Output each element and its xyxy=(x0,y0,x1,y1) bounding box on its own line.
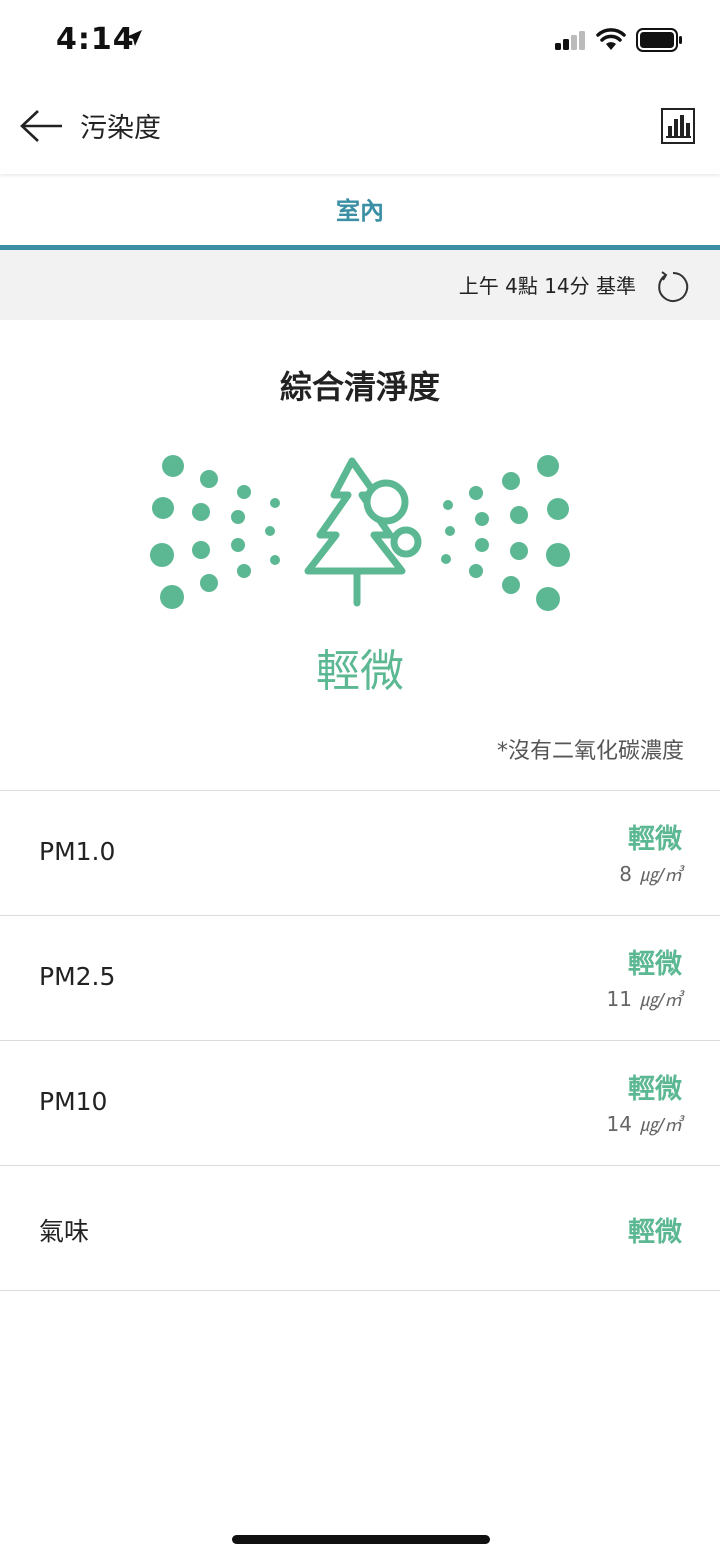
item-label: PM1.0 xyxy=(39,837,116,866)
item-unit: ㎍/㎥ xyxy=(639,990,682,1011)
item-value: 14 ㎍/㎥ xyxy=(606,1111,682,1137)
summary-note: *沒有二氧化碳濃度 xyxy=(496,739,684,764)
tab-indoor[interactable]: 室內 xyxy=(0,175,720,245)
arrow-left-icon[interactable] xyxy=(18,106,68,146)
list-item: PM1.0 輕微 8 ㎍/㎥ xyxy=(0,790,720,915)
list-item: 氣味 輕微 xyxy=(0,1165,720,1291)
item-number: 14 xyxy=(606,1112,632,1136)
reference-time: 上午 4點 14分 基準 xyxy=(458,274,636,298)
item-value: 8 ㎍/㎥ xyxy=(619,861,682,887)
refresh-icon[interactable] xyxy=(656,270,690,304)
wifi-icon xyxy=(596,28,626,50)
item-unit: ㎍/㎥ xyxy=(639,1115,682,1136)
status-bar: 4:14 xyxy=(0,0,720,80)
item-value: 11 ㎍/㎥ xyxy=(606,986,682,1012)
tab-bar: 室內 xyxy=(0,175,720,250)
item-level: 輕微 xyxy=(628,949,682,980)
item-level: 輕微 xyxy=(628,824,682,855)
app-bar: 污染度 xyxy=(0,80,720,174)
battery-icon xyxy=(636,28,682,52)
item-unit: ㎍/㎥ xyxy=(639,865,682,886)
bar-chart-icon[interactable] xyxy=(660,106,696,146)
item-label: PM10 xyxy=(39,1087,108,1116)
summary-level: 輕微 xyxy=(316,646,404,697)
item-level: 輕微 xyxy=(628,1074,682,1105)
pollutant-list: PM1.0 輕微 8 ㎍/㎥ PM2.5 輕微 11 ㎍/㎥ PM10 輕微 14 ㎍… xyxy=(0,790,720,1291)
list-item: PM10 輕微 14 ㎍/㎥ xyxy=(0,1040,720,1165)
item-level: 輕微 xyxy=(628,1217,682,1248)
tree-particles-icon xyxy=(150,455,570,611)
list-item: PM2.5 輕微 11 ㎍/㎥ xyxy=(0,915,720,1040)
status-time: 4:14 xyxy=(56,22,135,57)
item-label: 氣味 xyxy=(39,1217,90,1246)
item-number: 8 xyxy=(619,862,632,886)
page-title: 污染度 xyxy=(80,113,161,144)
reference-bar: 上午 4點 14分 基準 xyxy=(0,250,720,320)
summary-title: 綜合清淨度 xyxy=(279,368,440,406)
item-number: 11 xyxy=(606,987,632,1011)
location-arrow-icon xyxy=(126,30,142,46)
home-indicator[interactable] xyxy=(232,1535,490,1544)
cellular-signal-icon xyxy=(555,31,585,50)
item-label: PM2.5 xyxy=(39,962,116,991)
